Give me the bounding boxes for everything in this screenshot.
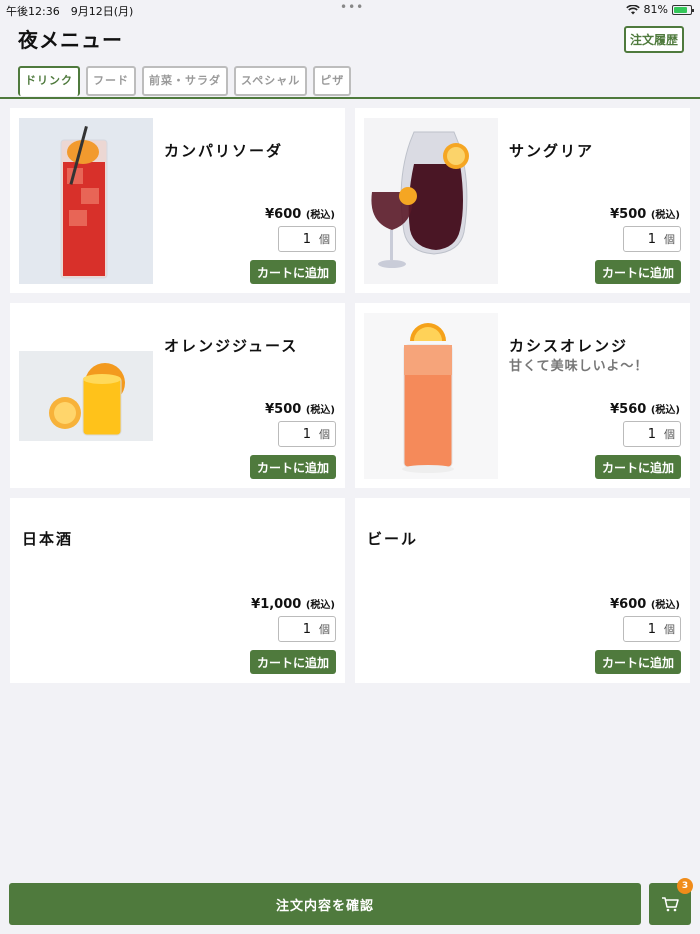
quantity-unit: 個	[664, 623, 675, 636]
item-price: ¥600 (税込)	[610, 596, 680, 612]
quantity-unit: 個	[319, 428, 330, 441]
cart-icon	[662, 897, 679, 912]
status-bar: 午後12:36 9月12日(月) ••• 81%	[0, 0, 700, 18]
tax-label: (税込)	[650, 405, 680, 416]
price-value: ¥600	[610, 597, 647, 612]
quantity-field[interactable]: 1個	[278, 226, 336, 252]
tax-label: (税込)	[305, 210, 335, 221]
wifi-icon	[625, 4, 640, 14]
status-right: 81%	[625, 3, 694, 16]
tab-special[interactable]: スペシャル	[234, 66, 308, 96]
item-price: ¥1,000 (税込)	[251, 596, 335, 612]
price-value: ¥500	[610, 207, 647, 222]
tab-appetizer-salad[interactable]: 前菜・サラダ	[142, 66, 228, 96]
quantity-field[interactable]: 1個	[623, 421, 681, 447]
status-time: 午後12:36 9月12日(月)	[6, 5, 134, 18]
category-tabs: ドリンク フード 前菜・サラダ スペシャル ピザ	[18, 66, 352, 96]
tab-drink[interactable]: ドリンク	[18, 66, 80, 96]
quantity-value[interactable]: 1	[303, 622, 311, 637]
item-name: 日本酒	[22, 530, 74, 548]
item-name: サングリア	[509, 142, 595, 160]
quantity-field[interactable]: 1個	[278, 616, 336, 642]
quantity-value[interactable]: 1	[303, 232, 311, 247]
item-name: オレンジジュース	[164, 337, 299, 355]
price-value: ¥1,000	[251, 597, 302, 612]
tax-label: (税込)	[305, 600, 335, 611]
header: 夜メニュー 注文履歴	[18, 22, 684, 54]
item-name: カンパリソーダ	[164, 142, 284, 160]
price-value: ¥600	[265, 207, 302, 222]
add-to-cart-button[interactable]: カートに追加	[595, 455, 681, 479]
sangria-image	[364, 118, 498, 284]
cart-count-badge: 3	[677, 878, 693, 894]
price-value: ¥500	[265, 402, 302, 417]
menu-item-card: カンパリソーダ ¥600 (税込) 1個 カートに追加	[10, 108, 345, 293]
add-to-cart-button[interactable]: カートに追加	[250, 650, 336, 674]
quantity-value[interactable]: 1	[648, 427, 656, 442]
cart-button[interactable]: 3	[649, 878, 693, 925]
item-price: ¥500 (税込)	[265, 401, 335, 417]
tab-underline	[0, 97, 700, 99]
menu-item-card: カシスオレンジ 甘くて美味しいよ〜！ ¥560 (税込) 1個 カートに追加	[355, 303, 690, 488]
item-price: ¥600 (税込)	[265, 206, 335, 222]
item-price: ¥560 (税込)	[610, 401, 680, 417]
item-description: 甘くて美味しいよ〜！	[509, 359, 649, 374]
quantity-unit: 個	[319, 233, 330, 246]
menu-grid: カンパリソーダ ¥600 (税込) 1個 カートに追加 サングリア ¥500 (…	[10, 108, 690, 683]
quantity-value[interactable]: 1	[303, 427, 311, 442]
quantity-unit: 個	[319, 623, 330, 636]
battery-percent: 81%	[643, 3, 668, 16]
multitask-dots[interactable]: •••	[340, 0, 364, 14]
cassis-orange-image	[364, 313, 498, 479]
quantity-unit: 個	[664, 233, 675, 246]
menu-item-card: オレンジジュース ¥500 (税込) 1個 カートに追加	[10, 303, 345, 488]
add-to-cart-button[interactable]: カートに追加	[250, 455, 336, 479]
battery-icon	[672, 4, 694, 15]
menu-item-card: ビール ¥600 (税込) 1個 カートに追加	[355, 498, 690, 683]
tab-food[interactable]: フード	[86, 66, 136, 96]
menu-item-card: サングリア ¥500 (税込) 1個 カートに追加	[355, 108, 690, 293]
quantity-field[interactable]: 1個	[623, 226, 681, 252]
quantity-value[interactable]: 1	[648, 622, 656, 637]
item-price: ¥500 (税込)	[610, 206, 680, 222]
add-to-cart-button[interactable]: カートに追加	[595, 650, 681, 674]
tab-pizza[interactable]: ピザ	[313, 66, 352, 96]
quantity-field[interactable]: 1個	[278, 421, 336, 447]
menu-item-card: 日本酒 ¥1,000 (税込) 1個 カートに追加	[10, 498, 345, 683]
confirm-order-button[interactable]: 注文内容を確認	[9, 883, 641, 925]
price-value: ¥560	[610, 402, 647, 417]
item-name: カシスオレンジ	[509, 337, 629, 355]
order-history-button[interactable]: 注文履歴	[623, 26, 684, 53]
item-name: ビール	[367, 530, 419, 548]
page-title: 夜メニュー	[18, 28, 123, 52]
campari-soda-image	[19, 118, 153, 284]
tax-label: (税込)	[650, 210, 680, 221]
add-to-cart-button[interactable]: カートに追加	[250, 260, 336, 284]
orange-juice-image	[19, 313, 153, 479]
tax-label: (税込)	[305, 405, 335, 416]
quantity-value[interactable]: 1	[648, 232, 656, 247]
quantity-field[interactable]: 1個	[623, 616, 681, 642]
tax-label: (税込)	[650, 600, 680, 611]
add-to-cart-button[interactable]: カートに追加	[595, 260, 681, 284]
quantity-unit: 個	[664, 428, 675, 441]
